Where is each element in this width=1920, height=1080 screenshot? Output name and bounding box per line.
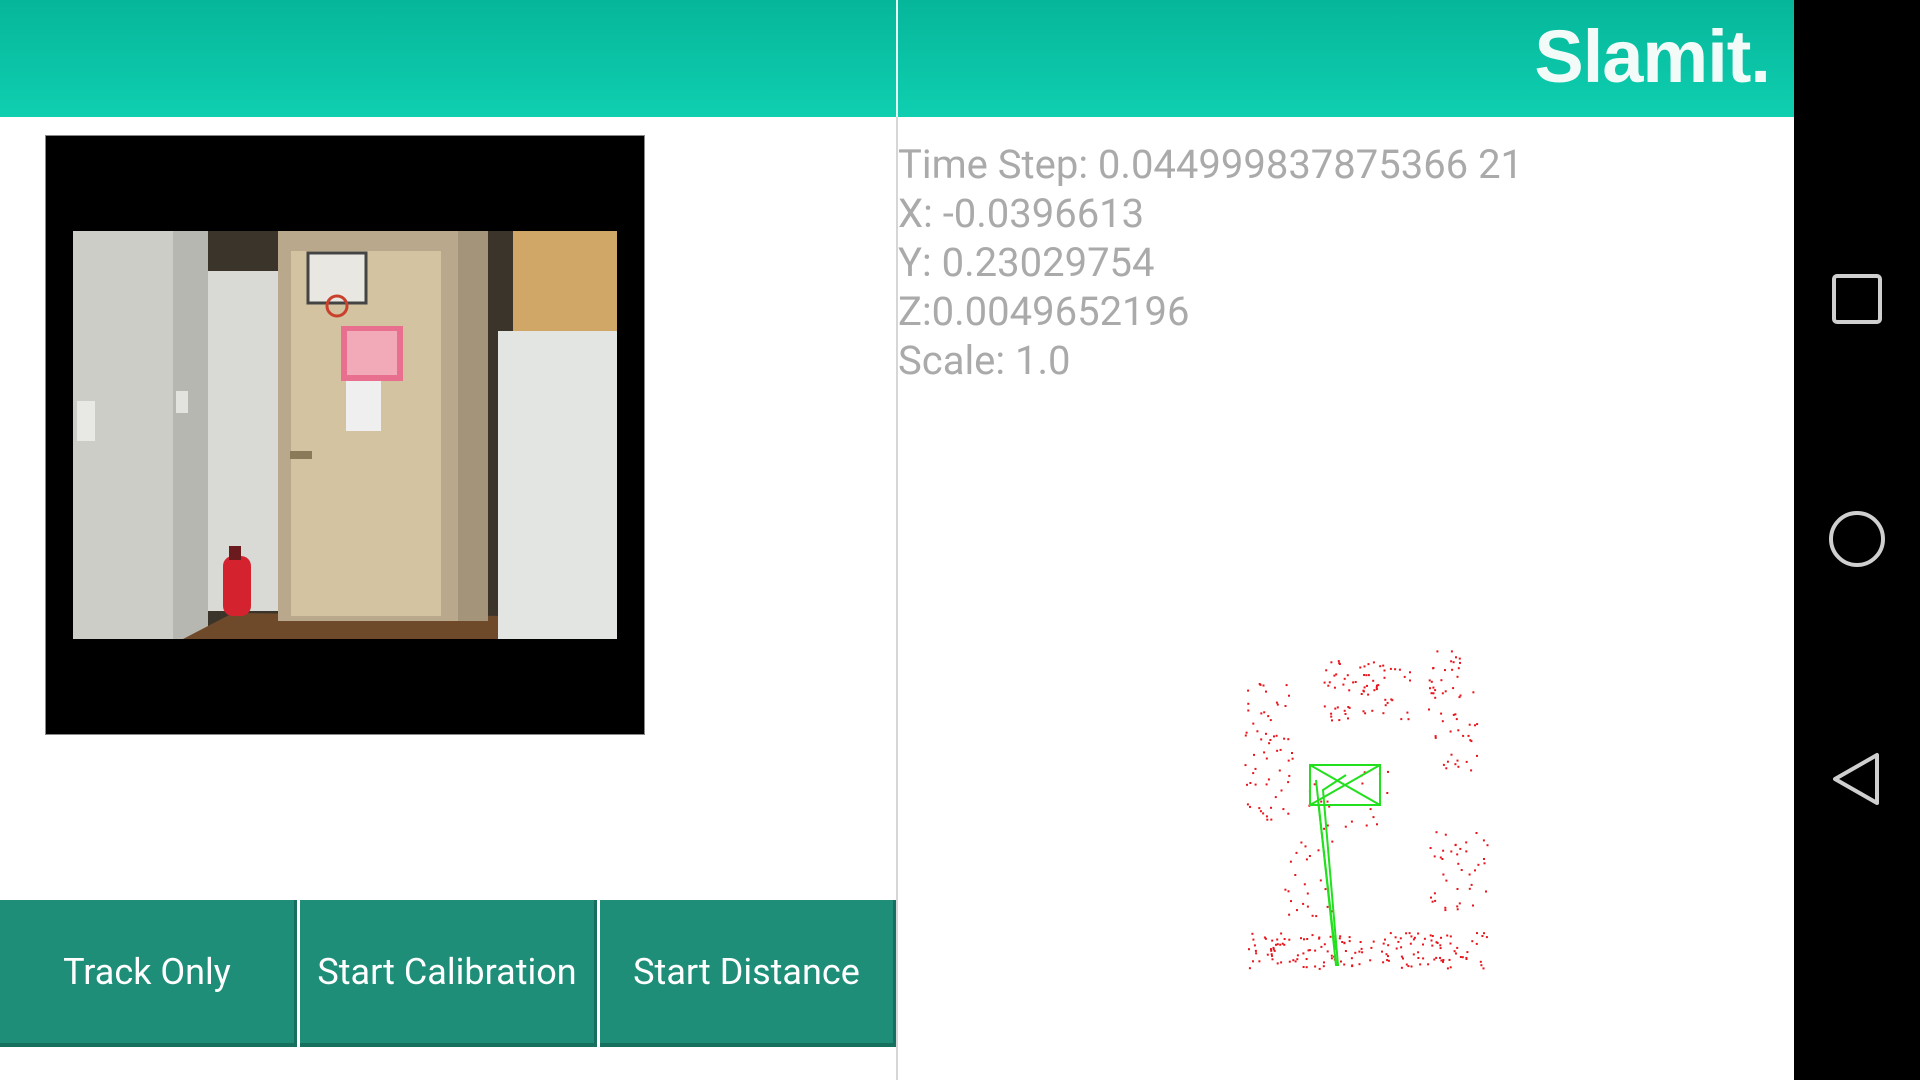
pose-readout: Time Step: 0.044999837875366 21 X: -0.03… [898, 140, 1523, 385]
start-distance-button[interactable]: Start Distance [600, 900, 896, 1047]
header-divider [896, 0, 898, 117]
triangle-back-icon[interactable] [1820, 742, 1894, 816]
slam-map-view [1244, 650, 1489, 970]
scale-value: Scale: 1.0 [898, 337, 1071, 384]
z-value: Z:0.0049652196 [898, 288, 1190, 335]
android-navigation-bar [1794, 0, 1920, 1080]
track-only-button[interactable]: Track Only [0, 900, 297, 1047]
y-value: Y: 0.23029754 [898, 239, 1155, 286]
start-calibration-button[interactable]: Start Calibration [300, 900, 597, 1047]
circle-home-icon[interactable] [1820, 502, 1894, 576]
camera-preview-image [73, 231, 617, 639]
map-points [1244, 650, 1489, 970]
square-recents-icon[interactable] [1820, 262, 1894, 336]
camera-trajectory [1309, 764, 1381, 966]
time-step-value: Time Step: 0.044999837875366 21 [898, 141, 1524, 188]
x-value: X: -0.0396613 [898, 190, 1145, 237]
app-title: Slamit. [1534, 15, 1771, 98]
